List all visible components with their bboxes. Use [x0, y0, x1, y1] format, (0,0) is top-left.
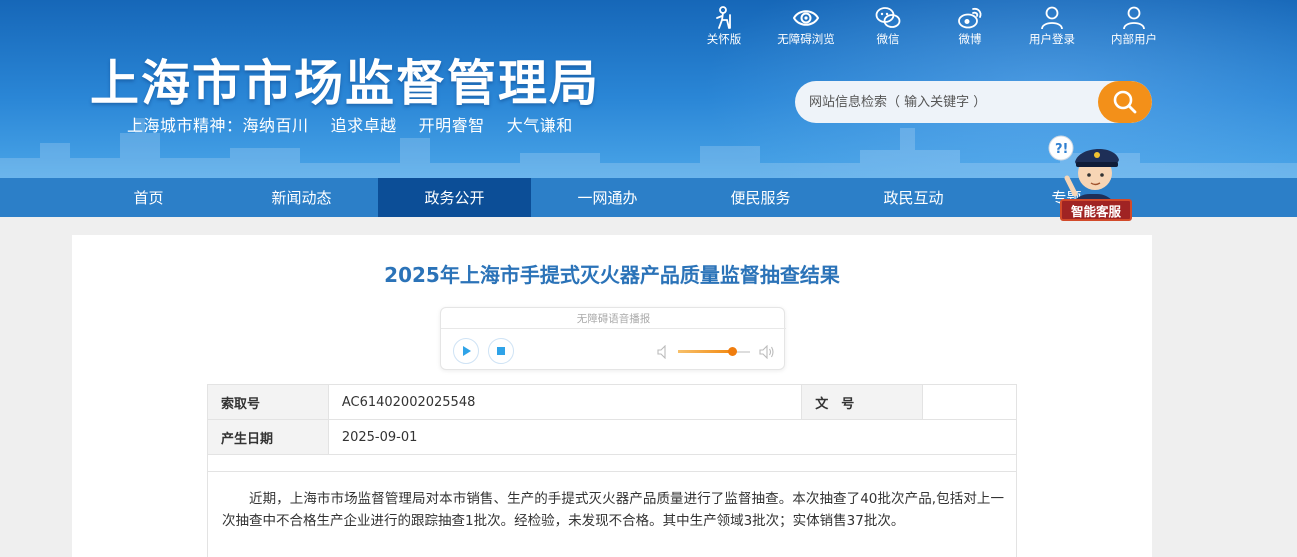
doc-number-label: 文 号 [801, 384, 924, 420]
volume-knob[interactable] [728, 347, 737, 356]
weibo-icon [958, 7, 982, 29]
player-title: 无障碍语音播报 [576, 313, 651, 325]
meta-row: 索取号 AC61402002025548 文 号 [207, 384, 1017, 420]
elder-care-icon [716, 6, 731, 29]
accessibility-link[interactable]: 无障碍浏览 [765, 6, 847, 48]
article-body: 近期，上海市市场监督管理局对本市销售、生产的手提式灭火器产品质量进行了监督抽查。… [207, 471, 1017, 557]
user-login-link[interactable]: 用户登录 [1011, 6, 1093, 48]
user-icon [1041, 6, 1063, 30]
doc-number-value [922, 384, 1017, 420]
article-panel: 2025年上海市手提式灭火器产品质量监督抽查结果 无障碍语音播报 索取号 AC6… [72, 235, 1152, 557]
internal-user-link[interactable]: 内部用户 [1093, 6, 1175, 48]
meta-spacer-row [207, 454, 1017, 472]
nav-services[interactable]: 便民服务 [684, 178, 837, 217]
smart-assistant-label[interactable]: 智能客服 [1060, 199, 1132, 221]
meta-row: 产生日期 2025-09-01 [207, 419, 1018, 455]
elder-care-label: 关怀版 [706, 32, 742, 46]
site-search [795, 81, 1152, 123]
date-label: 产生日期 [207, 419, 329, 455]
search-icon [1113, 90, 1137, 114]
article-paragraph: 近期，上海市市场监督管理局对本市销售、生产的手提式灭火器产品质量进行了监督抽查。… [222, 491, 1004, 529]
play-button[interactable] [453, 338, 479, 364]
page-title: 2025年上海市手提式灭火器产品质量监督抽查结果 [384, 263, 840, 287]
index-label: 索取号 [207, 384, 329, 420]
index-value: AC61402002025548 [327, 384, 803, 420]
internal-user-label: 内部用户 [1111, 32, 1157, 46]
city-slogan: 上海城市精神：海纳百川 追求卓越 开明睿智 大气谦和 [127, 116, 573, 135]
nav-gov-affairs[interactable]: 政务公开 [378, 178, 531, 217]
search-button[interactable] [1098, 81, 1152, 123]
site-title[interactable]: 上海市市场监督管理局 [90, 44, 600, 115]
stop-icon [497, 347, 505, 355]
stop-button[interactable] [488, 338, 514, 364]
nav-one-stop[interactable]: 一网通办 [531, 178, 684, 217]
wechat-icon [875, 7, 901, 28]
nav-news[interactable]: 新闻动态 [225, 178, 378, 217]
voice-player: 无障碍语音播报 [440, 307, 786, 370]
user-login-label: 用户登录 [1029, 32, 1075, 46]
volume-high-icon [759, 345, 774, 359]
play-icon [463, 346, 471, 356]
document-meta-table: 索取号 AC61402002025548 文 号 产生日期 2025-09-01 [207, 384, 1018, 472]
search-input[interactable] [795, 81, 1105, 123]
eye-icon [793, 10, 819, 26]
wechat-label: 微信 [876, 32, 900, 46]
weibo-link[interactable]: 微博 [929, 6, 1011, 48]
volume-low-icon [657, 345, 666, 359]
wechat-link[interactable]: 微信 [847, 6, 929, 48]
elder-care-link[interactable]: 关怀版 [683, 6, 765, 48]
meta-spacer [207, 454, 1017, 472]
date-value: 2025-09-01 [327, 419, 1018, 455]
volume-fill [678, 350, 732, 353]
weibo-label: 微博 [958, 32, 982, 46]
svg-text:?!: ?! [1055, 142, 1068, 157]
nav-home[interactable]: 首页 [72, 178, 225, 217]
user-icon [1123, 6, 1145, 30]
player-divider [441, 328, 786, 329]
nav-interaction[interactable]: 政民互动 [837, 178, 990, 217]
accessibility-label: 无障碍浏览 [777, 32, 835, 46]
top-links: 关怀版 无障碍浏览 微信 微博 用户登录 内部用户 [683, 6, 1175, 48]
